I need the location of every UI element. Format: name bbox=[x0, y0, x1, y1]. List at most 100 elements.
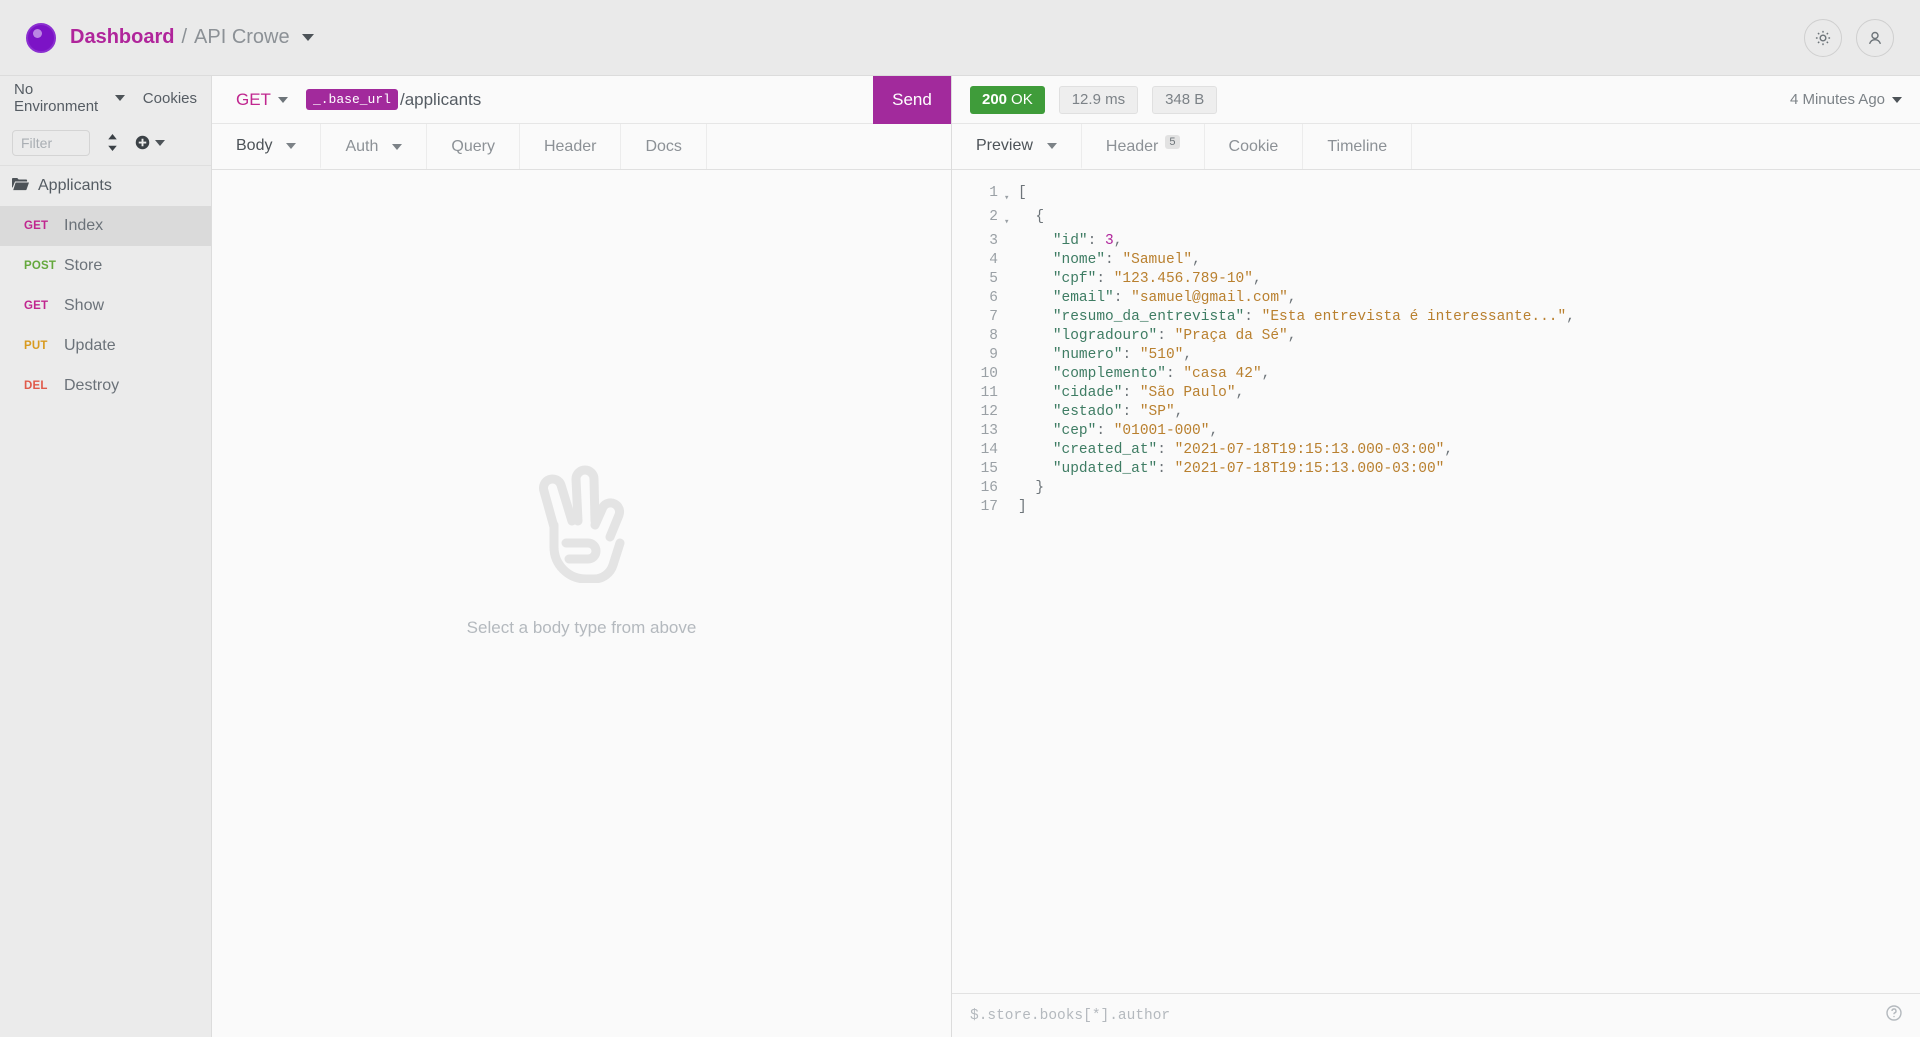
tab-request-header[interactable]: Header bbox=[520, 124, 622, 169]
tab-response-header[interactable]: Header 5 bbox=[1082, 124, 1205, 169]
tab-request-query[interactable]: Query bbox=[427, 124, 520, 169]
code-line-text: ] bbox=[1018, 499, 1027, 515]
chevron-down-icon bbox=[392, 143, 403, 150]
line-number: 10 bbox=[980, 366, 998, 382]
sidebar-request-index[interactable]: GET Index bbox=[0, 206, 211, 246]
breadcrumb-dashboard[interactable]: Dashboard bbox=[70, 26, 174, 49]
line-number: 13 bbox=[980, 423, 998, 439]
url-path-text: /applicants bbox=[399, 89, 482, 109]
tab-response-timeline[interactable]: Timeline bbox=[1303, 124, 1413, 169]
code-line: 12 "estado": "SP", bbox=[952, 403, 1920, 422]
code-line: 1 ▾[ bbox=[952, 184, 1920, 208]
code-line: 10 "complemento": "casa 42", bbox=[952, 365, 1920, 384]
sidebar-request-destroy[interactable]: DEL Destroy bbox=[0, 366, 211, 406]
top-bar-actions bbox=[1804, 18, 1894, 57]
tab-badge: 5 bbox=[1165, 135, 1180, 149]
chevron-down-icon[interactable] bbox=[301, 34, 314, 41]
tab-request-docs[interactable]: Docs bbox=[621, 124, 707, 169]
response-body-viewer[interactable]: 1 ▾[2 ▾ {3 "id": 3, 4 "nome": "Samuel", 5 "c… bbox=[952, 170, 1920, 993]
response-timestamp[interactable]: 4 Minutes Ago bbox=[1790, 91, 1902, 108]
folder-applicants[interactable]: Applicants bbox=[0, 166, 211, 206]
tab-label: Docs bbox=[645, 137, 682, 155]
url-input[interactable]: _.base_url /applicants bbox=[305, 89, 873, 110]
folder-open-icon bbox=[12, 177, 29, 196]
response-tabs: Preview Header 5 Cookie Timeline bbox=[952, 124, 1920, 170]
code-line: 17] bbox=[952, 498, 1920, 517]
code-line-text: "resumo_da_entrevista": "Esta entrevista… bbox=[1052, 309, 1575, 325]
code-line: 8 "logradouro": "Praça da Sé", bbox=[952, 327, 1920, 346]
code-line-text: "cpf": "123.456.789-10", bbox=[1052, 271, 1262, 287]
tab-label: Query bbox=[451, 137, 495, 155]
sidebar-request-show[interactable]: GET Show bbox=[0, 286, 211, 326]
code-line: 4 "nome": "Samuel", bbox=[952, 251, 1920, 270]
environment-selector[interactable]: No Environment bbox=[14, 81, 125, 115]
code-line-text: "cidade": "São Paulo", bbox=[1052, 385, 1245, 401]
top-bar: Dashboard / API Crowe bbox=[0, 0, 1920, 76]
line-number: 16 bbox=[980, 480, 998, 496]
code-line: 13 "cep": "01001-000", bbox=[952, 422, 1920, 441]
main-area: No Environment Cookies Filter Applicants… bbox=[0, 75, 1920, 1037]
breadcrumb: Dashboard / API Crowe bbox=[70, 26, 314, 49]
request-method-label: GET bbox=[24, 220, 49, 232]
chevron-down-icon bbox=[155, 139, 165, 146]
gear-icon[interactable] bbox=[1804, 18, 1842, 57]
code-line-text: "created_at": "2021-07-18T19:15:13.000-0… bbox=[1052, 442, 1454, 458]
sidebar-request-update[interactable]: PUT Update bbox=[0, 326, 211, 366]
response-pane: 200 OK 12.9 ms 348 B 4 Minutes Ago Previe… bbox=[952, 76, 1920, 1037]
code-line: 16 } bbox=[952, 479, 1920, 498]
request-name-label: Update bbox=[64, 337, 116, 354]
request-name-label: Show bbox=[64, 297, 105, 314]
tab-response-preview[interactable]: Preview bbox=[952, 124, 1082, 169]
fold-toggle-icon[interactable]: ▾ bbox=[1004, 208, 1018, 232]
tab-request-auth[interactable]: Auth bbox=[321, 124, 428, 169]
chevron-down-icon bbox=[114, 95, 125, 101]
line-number: 3 bbox=[989, 233, 998, 249]
send-button[interactable]: Send bbox=[873, 75, 951, 124]
size-badge: 348 B bbox=[1152, 85, 1218, 114]
fold-toggle-icon[interactable]: ▾ bbox=[1004, 184, 1018, 208]
code-line: 2 ▾ { bbox=[952, 208, 1920, 232]
code-line-text: { bbox=[1018, 209, 1045, 225]
method-selector[interactable]: GET bbox=[212, 90, 306, 110]
environment-label: No Environment bbox=[14, 81, 99, 115]
sidebar-request-store[interactable]: POST Store bbox=[0, 246, 211, 286]
jsonpath-input[interactable] bbox=[970, 1007, 1490, 1024]
app-logo-icon bbox=[26, 22, 56, 53]
code-line-text: "logradouro": "Praça da Sé", bbox=[1052, 328, 1297, 344]
jsonpath-bar bbox=[952, 993, 1920, 1037]
empty-state-caption: Select a body type from above bbox=[466, 618, 697, 637]
duration-badge: 12.9 ms bbox=[1058, 85, 1139, 114]
code-line: 6 "email": "samuel@gmail.com", bbox=[952, 289, 1920, 308]
user-avatar-icon[interactable] bbox=[1856, 18, 1894, 57]
line-number: 2 bbox=[989, 209, 998, 225]
tab-response-cookie[interactable]: Cookie bbox=[1205, 124, 1304, 169]
tab-label: Header bbox=[1105, 137, 1159, 155]
request-method-label: PUT bbox=[24, 340, 48, 352]
breadcrumb-project[interactable]: API Crowe bbox=[194, 26, 290, 49]
cookies-button[interactable]: Cookies bbox=[143, 90, 197, 107]
tab-label: Header bbox=[543, 137, 597, 155]
code-line: 9 "numero": "510", bbox=[952, 346, 1920, 365]
breadcrumb-separator: / bbox=[181, 26, 188, 48]
request-name-label: Destroy bbox=[64, 377, 120, 394]
request-method-label: DEL bbox=[24, 380, 48, 392]
sort-updown-icon[interactable] bbox=[106, 134, 119, 151]
line-number: 4 bbox=[989, 252, 998, 268]
add-circle-icon[interactable] bbox=[135, 135, 165, 150]
tab-label: Auth bbox=[345, 137, 379, 155]
code-line-text: "estado": "SP", bbox=[1052, 404, 1184, 420]
brand-area: Dashboard / API Crowe bbox=[26, 22, 314, 53]
tab-request-body[interactable]: Body bbox=[212, 124, 322, 169]
filter-input[interactable] bbox=[12, 129, 90, 156]
code-line-text: } bbox=[1018, 480, 1045, 496]
status-badge: 200 OK bbox=[970, 85, 1045, 114]
request-method-label: GET bbox=[24, 300, 49, 312]
help-circle-icon[interactable] bbox=[1886, 1005, 1902, 1026]
line-number: 5 bbox=[989, 271, 998, 287]
